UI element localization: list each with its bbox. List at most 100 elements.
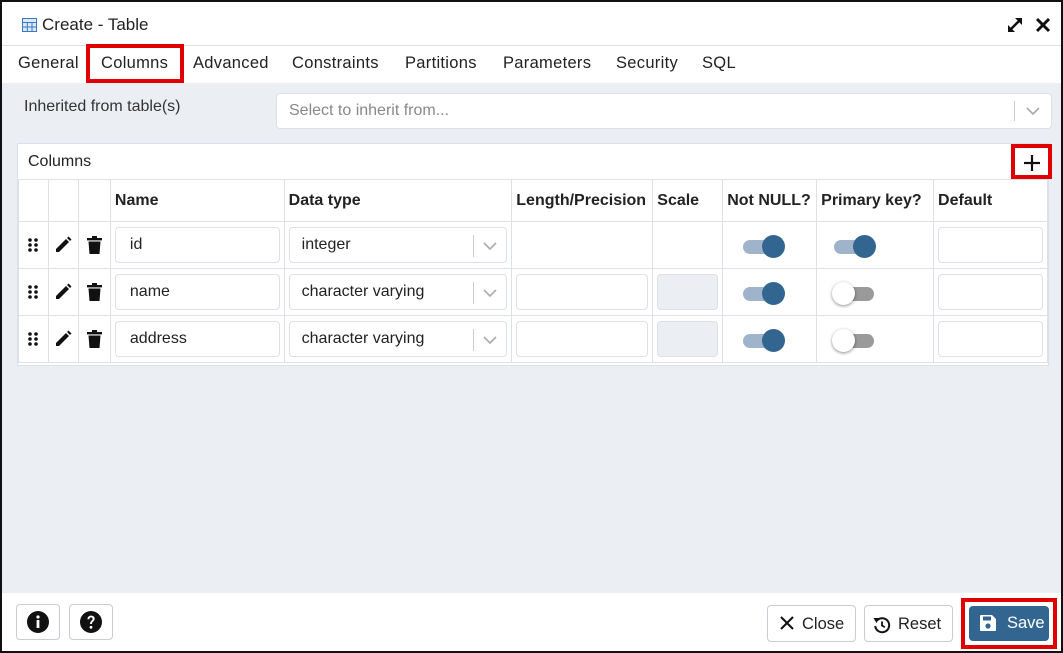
info-button[interactable] [16, 604, 60, 640]
tab-content: Inherited from table(s) Select to inheri… [2, 83, 1061, 593]
plus-icon [1024, 155, 1040, 171]
drag-handle[interactable] [18, 315, 49, 363]
columns-panel: Columns Name Data type Length/Precision [17, 143, 1052, 366]
table-row: id integer [18, 221, 1048, 269]
delete-row-button[interactable] [77, 315, 111, 363]
length-precision-input[interactable] [516, 274, 649, 310]
select-divider [473, 235, 475, 257]
not-null-toggle[interactable] [743, 234, 786, 258]
close-icon[interactable] [1034, 16, 1052, 34]
column-name-input[interactable]: id [114, 227, 280, 263]
primary-key-toggle[interactable] [834, 234, 877, 258]
drag-handle-icon [28, 238, 39, 252]
help-button[interactable] [69, 604, 113, 640]
dialog-title: Create - Table [42, 15, 149, 34]
inherit-placeholder: Select to inherit from... [289, 102, 450, 119]
help-icon [80, 611, 102, 633]
tab-sql[interactable]: SQL [702, 54, 736, 73]
table-icon [22, 18, 37, 32]
pencil-icon [56, 283, 72, 299]
drag-handle-icon [28, 332, 39, 346]
header-scale: Scale [652, 179, 724, 222]
tab-partitions[interactable]: Partitions [405, 54, 477, 73]
chevron-down-icon[interactable] [1025, 103, 1041, 119]
title-bar: Create - Table [2, 2, 1061, 46]
reset-button-label: Reset [898, 615, 942, 633]
inherit-select[interactable]: Select to inherit from... [276, 93, 1052, 129]
table-header-row: Name Data type Length/Precision Scale No… [18, 179, 1048, 222]
columns-tab-highlight [86, 44, 184, 83]
scale-input [657, 274, 719, 310]
maximize-icon[interactable] [1006, 16, 1024, 34]
primary-key-toggle[interactable] [832, 281, 875, 305]
default-value-input[interactable] [938, 274, 1043, 310]
column-name-value: name [129, 283, 170, 300]
data-type-select[interactable]: character varying [288, 274, 508, 310]
tab-advanced[interactable]: Advanced [193, 54, 269, 73]
inherit-label: Inherited from table(s) [24, 98, 181, 115]
reset-icon [873, 617, 891, 634]
header-name: Name [109, 179, 285, 222]
columns-panel-title: Columns [28, 153, 92, 170]
data-type-select[interactable]: character varying [288, 321, 508, 357]
edit-row-button[interactable] [47, 315, 79, 363]
select-divider [1014, 101, 1015, 121]
dialog-footer: Close Reset Save [2, 593, 1061, 651]
tab-general[interactable]: General [18, 54, 79, 73]
table-row: address character varying [18, 315, 1048, 363]
scale-cell [652, 221, 724, 269]
data-type-value: character varying [301, 330, 425, 347]
column-name-input[interactable]: address [114, 321, 280, 357]
length-precision-input[interactable] [516, 321, 649, 357]
header-default: Default [933, 179, 1048, 222]
not-null-toggle[interactable] [743, 281, 786, 305]
close-button-label: Close [802, 615, 845, 633]
drag-col-header [18, 179, 49, 222]
select-divider [473, 329, 475, 351]
info-icon [27, 611, 49, 633]
pencil-icon [56, 330, 72, 346]
header-length-precision: Length/Precision [511, 179, 654, 222]
header-data-type: Data type [283, 179, 513, 222]
default-value-input[interactable] [938, 227, 1043, 263]
chevron-down-icon [483, 336, 497, 345]
trash-icon [86, 236, 102, 254]
close-icon [780, 616, 794, 630]
tab-constraints[interactable]: Constraints [292, 54, 379, 73]
header-primary-key: Primary key? [816, 179, 935, 222]
delete-row-button[interactable] [77, 268, 111, 316]
drag-handle[interactable] [18, 221, 49, 269]
edit-row-button[interactable] [47, 268, 79, 316]
column-name-value: id [129, 236, 143, 253]
table-row: name character varying [18, 268, 1048, 316]
save-button[interactable]: Save [969, 606, 1049, 641]
tab-security[interactable]: Security [616, 54, 678, 73]
edit-row-button[interactable] [47, 221, 79, 269]
chevron-down-icon [483, 242, 497, 251]
pencil-icon [56, 236, 72, 252]
delete-col-header [77, 179, 111, 222]
reset-button[interactable]: Reset [864, 605, 953, 642]
trash-icon [86, 283, 102, 301]
column-name-input[interactable]: name [114, 274, 280, 310]
trash-icon [86, 330, 102, 348]
data-type-select[interactable]: integer [288, 227, 508, 263]
edit-col-header [47, 179, 79, 222]
primary-key-toggle[interactable] [832, 328, 875, 352]
data-type-value: integer [301, 236, 351, 253]
save-button-highlight: Save [961, 598, 1057, 649]
drag-handle-icon [28, 285, 39, 299]
not-null-toggle[interactable] [743, 328, 786, 352]
chevron-down-icon [483, 289, 497, 298]
delete-row-button[interactable] [77, 221, 111, 269]
add-column-button[interactable] [1011, 144, 1052, 179]
columns-table: Name Data type Length/Precision Scale No… [18, 179, 1048, 363]
default-value-input[interactable] [938, 321, 1043, 357]
tab-parameters[interactable]: Parameters [503, 54, 591, 73]
save-button-label: Save [1007, 614, 1045, 632]
length-precision-cell [511, 221, 654, 269]
drag-handle[interactable] [18, 268, 49, 316]
close-button[interactable]: Close [767, 605, 856, 642]
create-table-dialog: Create - Table General Columns Advanced … [0, 0, 1063, 653]
column-name-value: address [129, 330, 187, 347]
